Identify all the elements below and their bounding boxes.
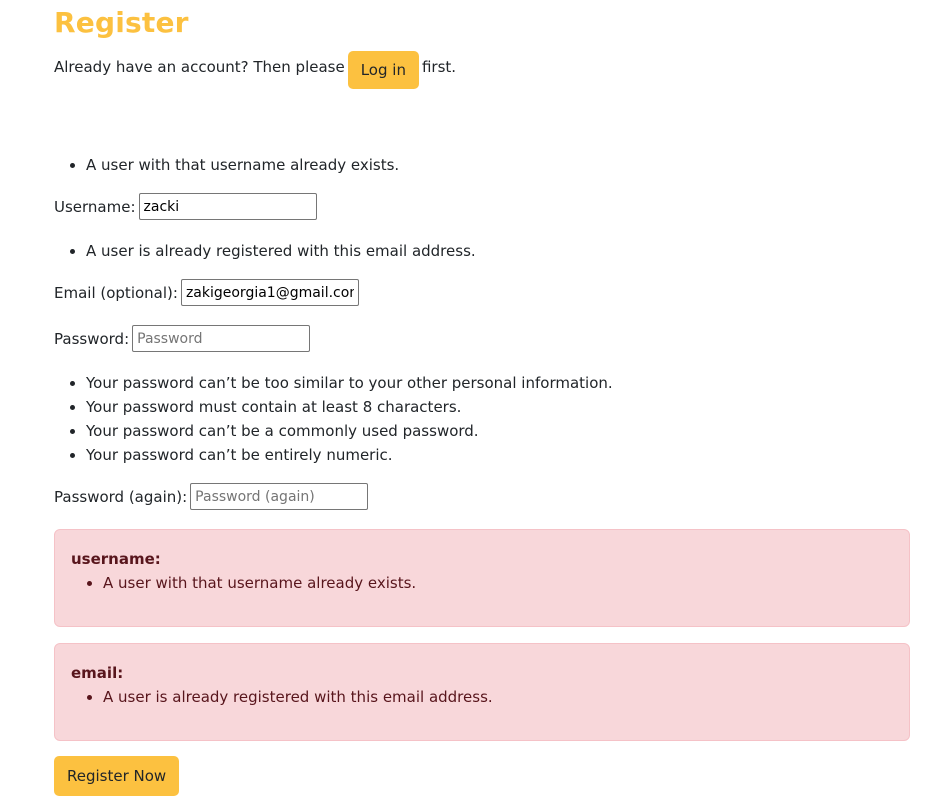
login-prompt: Already have an account? Then please Log… (54, 51, 456, 89)
page-title: Register (54, 6, 189, 39)
login-prompt-suffix: first. (421, 58, 457, 76)
alert-field-name: email: (71, 664, 124, 682)
password-help-item: Your password can’t be too similar to yo… (86, 371, 613, 395)
email-error-item: A user is already registered with this e… (86, 239, 476, 263)
login-button[interactable]: Log in (347, 51, 419, 89)
email-alert: email: A user is already registered with… (54, 643, 910, 741)
password-help-item: Your password can’t be a commonly used p… (86, 419, 613, 443)
username-label: Username: (54, 197, 136, 216)
password-input[interactable] (132, 325, 311, 352)
username-input[interactable] (138, 193, 317, 220)
password-label: Password: (54, 329, 130, 348)
username-row: Username: (54, 193, 317, 220)
email-input[interactable] (180, 279, 359, 306)
password-again-row: Password (again): (54, 483, 369, 510)
login-prompt-prefix: Already have an account? Then please (54, 58, 345, 76)
password-help-item: Your password must contain at least 8 ch… (86, 395, 613, 419)
email-error-list: A user is already registered with this e… (54, 239, 476, 263)
email-row: Email (optional): (54, 279, 359, 306)
alert-message: A user with that username already exists… (103, 572, 893, 594)
email-label: Email (optional): (54, 283, 178, 302)
username-error-item: A user with that username already exists… (86, 153, 399, 177)
register-now-button[interactable]: Register Now (54, 756, 180, 796)
username-error-list: A user with that username already exists… (54, 153, 399, 177)
password-row: Password: (54, 325, 311, 352)
alert-message-list: A user is already registered with this e… (71, 686, 893, 708)
alert-message: A user is already registered with this e… (103, 686, 893, 708)
password-again-input[interactable] (190, 483, 369, 510)
password-again-label: Password (again): (54, 487, 188, 506)
alert-message-list: A user with that username already exists… (71, 572, 893, 594)
password-help-list: Your password can’t be too similar to yo… (54, 371, 613, 467)
password-help-item: Your password can’t be entirely numeric. (86, 443, 613, 467)
username-alert: username: A user with that username alre… (54, 529, 910, 627)
alert-field-name: username: (71, 550, 161, 568)
